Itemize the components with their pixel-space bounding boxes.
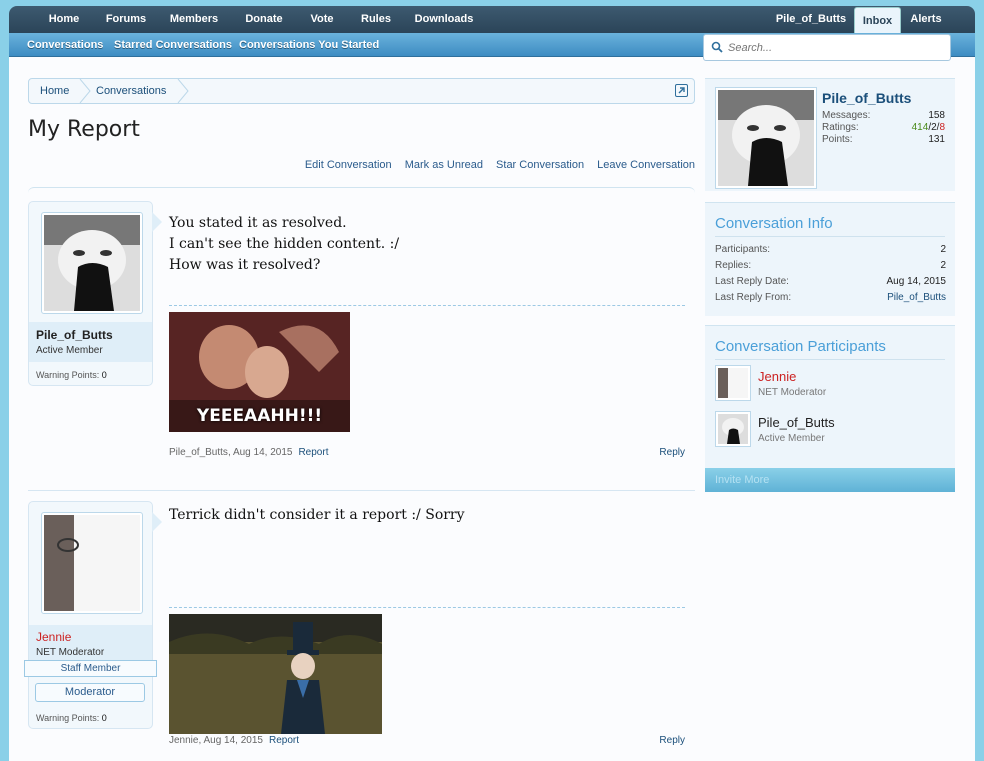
avatar-image <box>718 90 814 186</box>
avatar[interactable] <box>41 512 143 614</box>
search-icon <box>711 41 723 56</box>
participant-title: Active Member <box>758 433 825 444</box>
moderator-badge: Moderator <box>35 683 145 702</box>
message-user-title: NET Moderator <box>36 647 105 658</box>
message-username[interactable]: Pile_of_Butts <box>36 328 113 342</box>
message-arrow <box>152 212 162 232</box>
top-navigation: Home Forums Members Donate Vote Rules Do… <box>9 6 975 35</box>
reply-link[interactable]: Reply <box>659 447 685 458</box>
visitor-avatar[interactable] <box>715 87 817 189</box>
warning-points: Warning Points: 0 <box>36 370 107 380</box>
avatar-image <box>44 515 140 611</box>
message-meta: Jennie, Aug 14, 2015 Report <box>169 735 299 746</box>
star-conversation-link[interactable]: Star Conversation <box>496 159 584 171</box>
info-replies: Replies: 2 <box>715 260 946 271</box>
attached-gif-image[interactable]: YEEEAAHH!!! <box>169 312 350 432</box>
message-arrow <box>152 512 162 532</box>
participant-name[interactable]: Pile_of_Butts <box>758 415 835 430</box>
visitor-ratings: Ratings: 414/2/8 <box>822 122 945 133</box>
report-link[interactable]: Report <box>269 735 299 746</box>
gif-caption: YEEEAAHH!!! <box>196 406 323 426</box>
message-user-info: Pile_of_Butts Active Member Warning Poin… <box>28 201 162 386</box>
subnav-conversations[interactable]: Conversations <box>27 33 103 57</box>
breadcrumb-separator-icon <box>79 79 91 103</box>
avatar-image <box>44 215 140 311</box>
nav-rules[interactable]: Rules <box>354 6 398 33</box>
nav-vote[interactable]: Vote <box>302 6 342 33</box>
page-title: My Report <box>28 117 140 142</box>
user-info-panel: Pile_of_Butts Active Member <box>29 322 152 362</box>
subnav-starred[interactable]: Starred Conversations <box>114 33 232 57</box>
user-info-panel: Jennie NET Moderator <box>29 625 152 665</box>
breadcrumb-home[interactable]: Home <box>40 79 69 103</box>
visitor-points: Points: 131 <box>822 134 945 145</box>
heading-rule <box>715 359 945 360</box>
conversation-actions: Edit Conversation Mark as Unread Star Co… <box>295 159 695 171</box>
search-box[interactable] <box>703 34 951 61</box>
participant-avatar[interactable] <box>715 365 751 401</box>
report-link[interactable]: Report <box>298 447 328 458</box>
message-item: Jennie NET Moderator Staff Member Modera… <box>24 501 695 761</box>
message-separator <box>28 490 695 491</box>
mark-unread-link[interactable]: Mark as Unread <box>405 159 483 171</box>
breadcrumb-separator-icon <box>177 79 189 103</box>
nav-alerts[interactable]: Alerts <box>906 6 946 33</box>
nav-user-account[interactable]: Pile_of_Butts <box>771 6 851 33</box>
message-body: Terrick didn't consider it a report :/ S… <box>169 507 465 523</box>
invite-more-button[interactable]: Invite More <box>705 468 955 492</box>
message-item: Pile_of_Butts Active Member Warning Poin… <box>28 188 695 491</box>
participant-name[interactable]: Jennie <box>758 369 796 384</box>
message-body: You stated it as resolved. I can't see t… <box>169 215 400 273</box>
info-last-reply-date: Last Reply Date: Aug 14, 2015 <box>715 276 946 287</box>
message-user-title: Active Member <box>36 345 103 356</box>
nav-members[interactable]: Members <box>164 6 224 33</box>
participant-title: NET Moderator <box>758 387 827 398</box>
signature-divider <box>169 607 685 608</box>
message-list: Pile_of_Butts Active Member Warning Poin… <box>24 187 695 761</box>
breadcrumb-conversations[interactable]: Conversations <box>96 79 166 103</box>
nav-inbox[interactable]: Inbox <box>854 7 901 35</box>
participant-avatar[interactable] <box>715 411 751 447</box>
message-date[interactable]: Aug 14, 2015 <box>233 447 293 458</box>
info-participants: Participants: 2 <box>715 244 946 255</box>
visitor-panel: Pile_of_Butts Messages: 158 Ratings: 414/2… <box>705 78 955 191</box>
nav-donate[interactable]: Donate <box>237 6 291 33</box>
message-date[interactable]: Aug 14, 2015 <box>203 735 263 746</box>
message-user-info: Jennie NET Moderator Staff Member Modera… <box>24 501 162 729</box>
avatar[interactable] <box>41 212 143 314</box>
heading-rule <box>715 236 945 237</box>
nav-forums[interactable]: Forums <box>99 6 153 33</box>
participants-heading: Conversation Participants <box>715 338 886 355</box>
search-input[interactable] <box>728 39 943 56</box>
subnav-started[interactable]: Conversations You Started <box>239 33 379 57</box>
staff-member-badge: Staff Member <box>24 660 157 677</box>
nav-downloads[interactable]: Downloads <box>409 6 479 33</box>
attached-gif-image[interactable] <box>169 614 382 734</box>
reply-link[interactable]: Reply <box>659 735 685 746</box>
signature-divider <box>169 305 685 306</box>
message-author[interactable]: Jennie <box>169 735 198 746</box>
info-last-reply-from: Last Reply From: Pile_of_Butts <box>715 292 946 303</box>
conversation-participants-panel: Conversation Participants Jennie NET Mod… <box>705 325 955 492</box>
jump-menu-icon[interactable] <box>675 84 688 97</box>
edit-conversation-link[interactable]: Edit Conversation <box>305 159 392 171</box>
conversation-info-panel: Conversation Info Participants: 2 Replies… <box>705 202 955 316</box>
message-meta: Pile_of_Butts, Aug 14, 2015 Report <box>169 447 329 458</box>
leave-conversation-link[interactable]: Leave Conversation <box>597 159 695 171</box>
message-username[interactable]: Jennie <box>36 630 71 644</box>
visitor-messages: Messages: 158 <box>822 110 945 121</box>
nav-home[interactable]: Home <box>39 6 89 33</box>
conversation-info-heading: Conversation Info <box>715 215 833 232</box>
breadcrumb: Home Conversations <box>28 78 695 104</box>
visitor-username[interactable]: Pile_of_Butts <box>822 90 911 106</box>
warning-points: Warning Points: 0 <box>36 713 107 723</box>
message-author[interactable]: Pile_of_Butts <box>169 447 228 458</box>
